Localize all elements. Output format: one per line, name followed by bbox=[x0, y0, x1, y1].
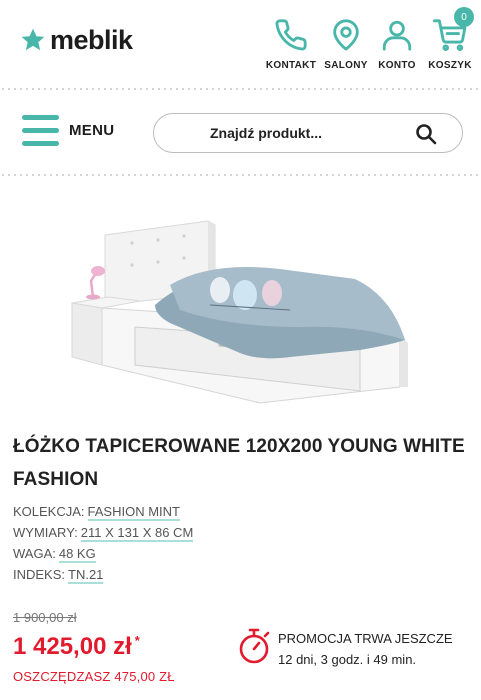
spec-label: WAGA: bbox=[13, 546, 56, 561]
cart-count-badge: 0 bbox=[454, 7, 474, 27]
spec-kolekcja: KOLEKCJA: FASHION MINT bbox=[13, 501, 193, 522]
promo-countdown: 12 dni, 3 godz. i 49 min. bbox=[278, 652, 417, 667]
nav-koszyk-label: KOSZYK bbox=[428, 60, 472, 71]
promo-timer: PROMOCJA TRWA JESZCZE 12 dni, 3 godz. i … bbox=[236, 626, 453, 670]
header-divider bbox=[0, 88, 481, 90]
spec-waga: WAGA: 48 KG bbox=[13, 543, 193, 564]
current-price: 1 425,00 zł * bbox=[13, 633, 140, 661]
price-value: 1 425,00 zł bbox=[13, 633, 132, 660]
stopwatch-icon bbox=[239, 628, 270, 664]
nav-konto[interactable]: KONTO bbox=[372, 14, 422, 71]
nav-kontakt-label: KONTAKT bbox=[265, 60, 317, 71]
spec-label: KOLEKCJA: bbox=[13, 504, 85, 519]
phone-icon bbox=[275, 19, 307, 51]
product-image[interactable] bbox=[60, 215, 420, 415]
search-icon[interactable] bbox=[414, 122, 438, 146]
nav-salony[interactable]: SALONY bbox=[321, 14, 371, 71]
site-header: meblik KONTAKT SALONY KONTO 0 KOSZYK bbox=[0, 0, 481, 88]
promo-title: PROMOCJA TRWA JESZCZE bbox=[278, 631, 453, 646]
spec-value-link[interactable]: 48 KG bbox=[58, 546, 96, 563]
spec-wymiary: WYMIARY: 211 X 131 X 86 CM bbox=[13, 522, 194, 543]
logo-text: meblik bbox=[50, 25, 133, 55]
spec-label: WYMIARY: bbox=[13, 525, 78, 540]
spec-label: INDEKS: bbox=[13, 567, 66, 582]
product-title: ŁÓŻKO TAPICEROWANE 120X200 YOUNG WHITE F… bbox=[13, 436, 465, 490]
nav-kontakt[interactable]: KONTAKT bbox=[262, 14, 320, 71]
user-icon bbox=[382, 20, 412, 51]
menu-button[interactable]: MENU bbox=[22, 115, 114, 146]
spec-value-link[interactable]: TN.21 bbox=[68, 567, 104, 584]
nav-koszyk[interactable]: 0 KOSZYK bbox=[423, 7, 477, 71]
star-icon bbox=[21, 28, 45, 51]
spec-value-link[interactable]: 211 X 131 X 86 CM bbox=[80, 525, 194, 542]
map-pin-icon bbox=[333, 19, 359, 51]
saving-text: OSZCZĘDZASZ 475,00 ZŁ bbox=[13, 669, 175, 684]
search-input[interactable] bbox=[210, 125, 400, 141]
header-nav: KONTAKT SALONY KONTO 0 KOSZYK bbox=[262, 7, 478, 71]
spec-value-link[interactable]: FASHION MINT bbox=[87, 504, 180, 521]
product-specs: KOLEKCJA: FASHION MINT WYMIARY: 211 X 131 … bbox=[13, 501, 194, 585]
search-bar bbox=[153, 113, 463, 153]
price-asterisk: * bbox=[134, 633, 140, 648]
nav-konto-label: KONTO bbox=[378, 60, 416, 71]
hamburger-icon bbox=[22, 115, 59, 146]
meblik-logo[interactable]: meblik bbox=[20, 25, 133, 55]
spec-indeks: INDEKS: TN.21 bbox=[13, 564, 193, 585]
menu-label: MENU bbox=[69, 122, 115, 139]
search-divider bbox=[0, 174, 481, 176]
nav-salony-label: SALONY bbox=[324, 60, 368, 71]
old-price: 1 900,00 zł bbox=[13, 610, 77, 625]
